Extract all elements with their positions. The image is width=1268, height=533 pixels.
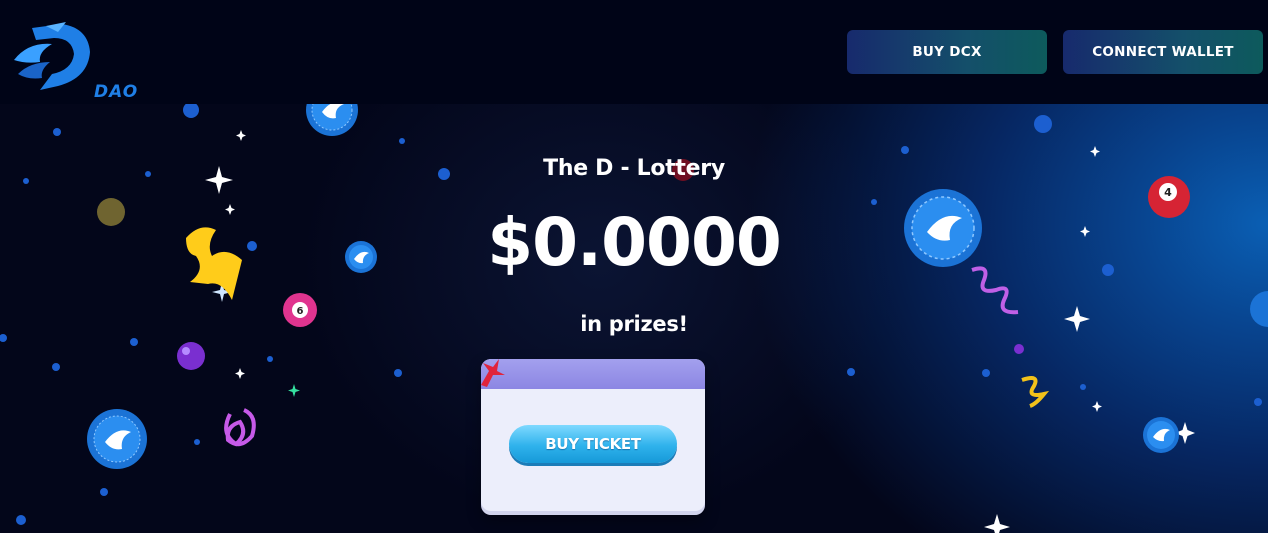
svg-text:4: 4 bbox=[1164, 186, 1172, 199]
confetti-icon bbox=[224, 408, 256, 447]
lottery-hero: 6 4 The D - Lottery $0.0000 in prizes! B… bbox=[0, 104, 1268, 533]
sparkle-icon bbox=[288, 384, 300, 397]
lottery-ball-icon bbox=[177, 342, 205, 370]
buy-ticket-button[interactable]: BUY TICKET bbox=[509, 425, 677, 463]
prize-subtitle: in prizes! bbox=[580, 312, 688, 336]
prize-amount: $0.0000 bbox=[487, 204, 782, 281]
confetti-icon bbox=[1021, 376, 1050, 408]
ticket-card: BUY TICKET bbox=[481, 359, 705, 515]
buy-dcx-button[interactable]: BUY DCX bbox=[847, 30, 1047, 74]
logo-wordmark: DAO bbox=[94, 82, 139, 102]
gift-bow-icon bbox=[481, 359, 505, 387]
coin-icon bbox=[306, 104, 358, 136]
coin-icon bbox=[1143, 417, 1179, 453]
ticket-header bbox=[481, 359, 705, 389]
dot bbox=[183, 104, 199, 118]
lottery-title: The D - Lottery bbox=[543, 156, 725, 181]
lottery-ball-icon bbox=[1014, 344, 1024, 354]
top-nav: DAO BUY DCX CONNECT WALLET bbox=[0, 0, 1268, 104]
connect-wallet-button[interactable]: CONNECT WALLET bbox=[1063, 30, 1263, 74]
dao-logo[interactable]: DAO bbox=[10, 22, 140, 102]
coin-icon bbox=[87, 409, 147, 469]
